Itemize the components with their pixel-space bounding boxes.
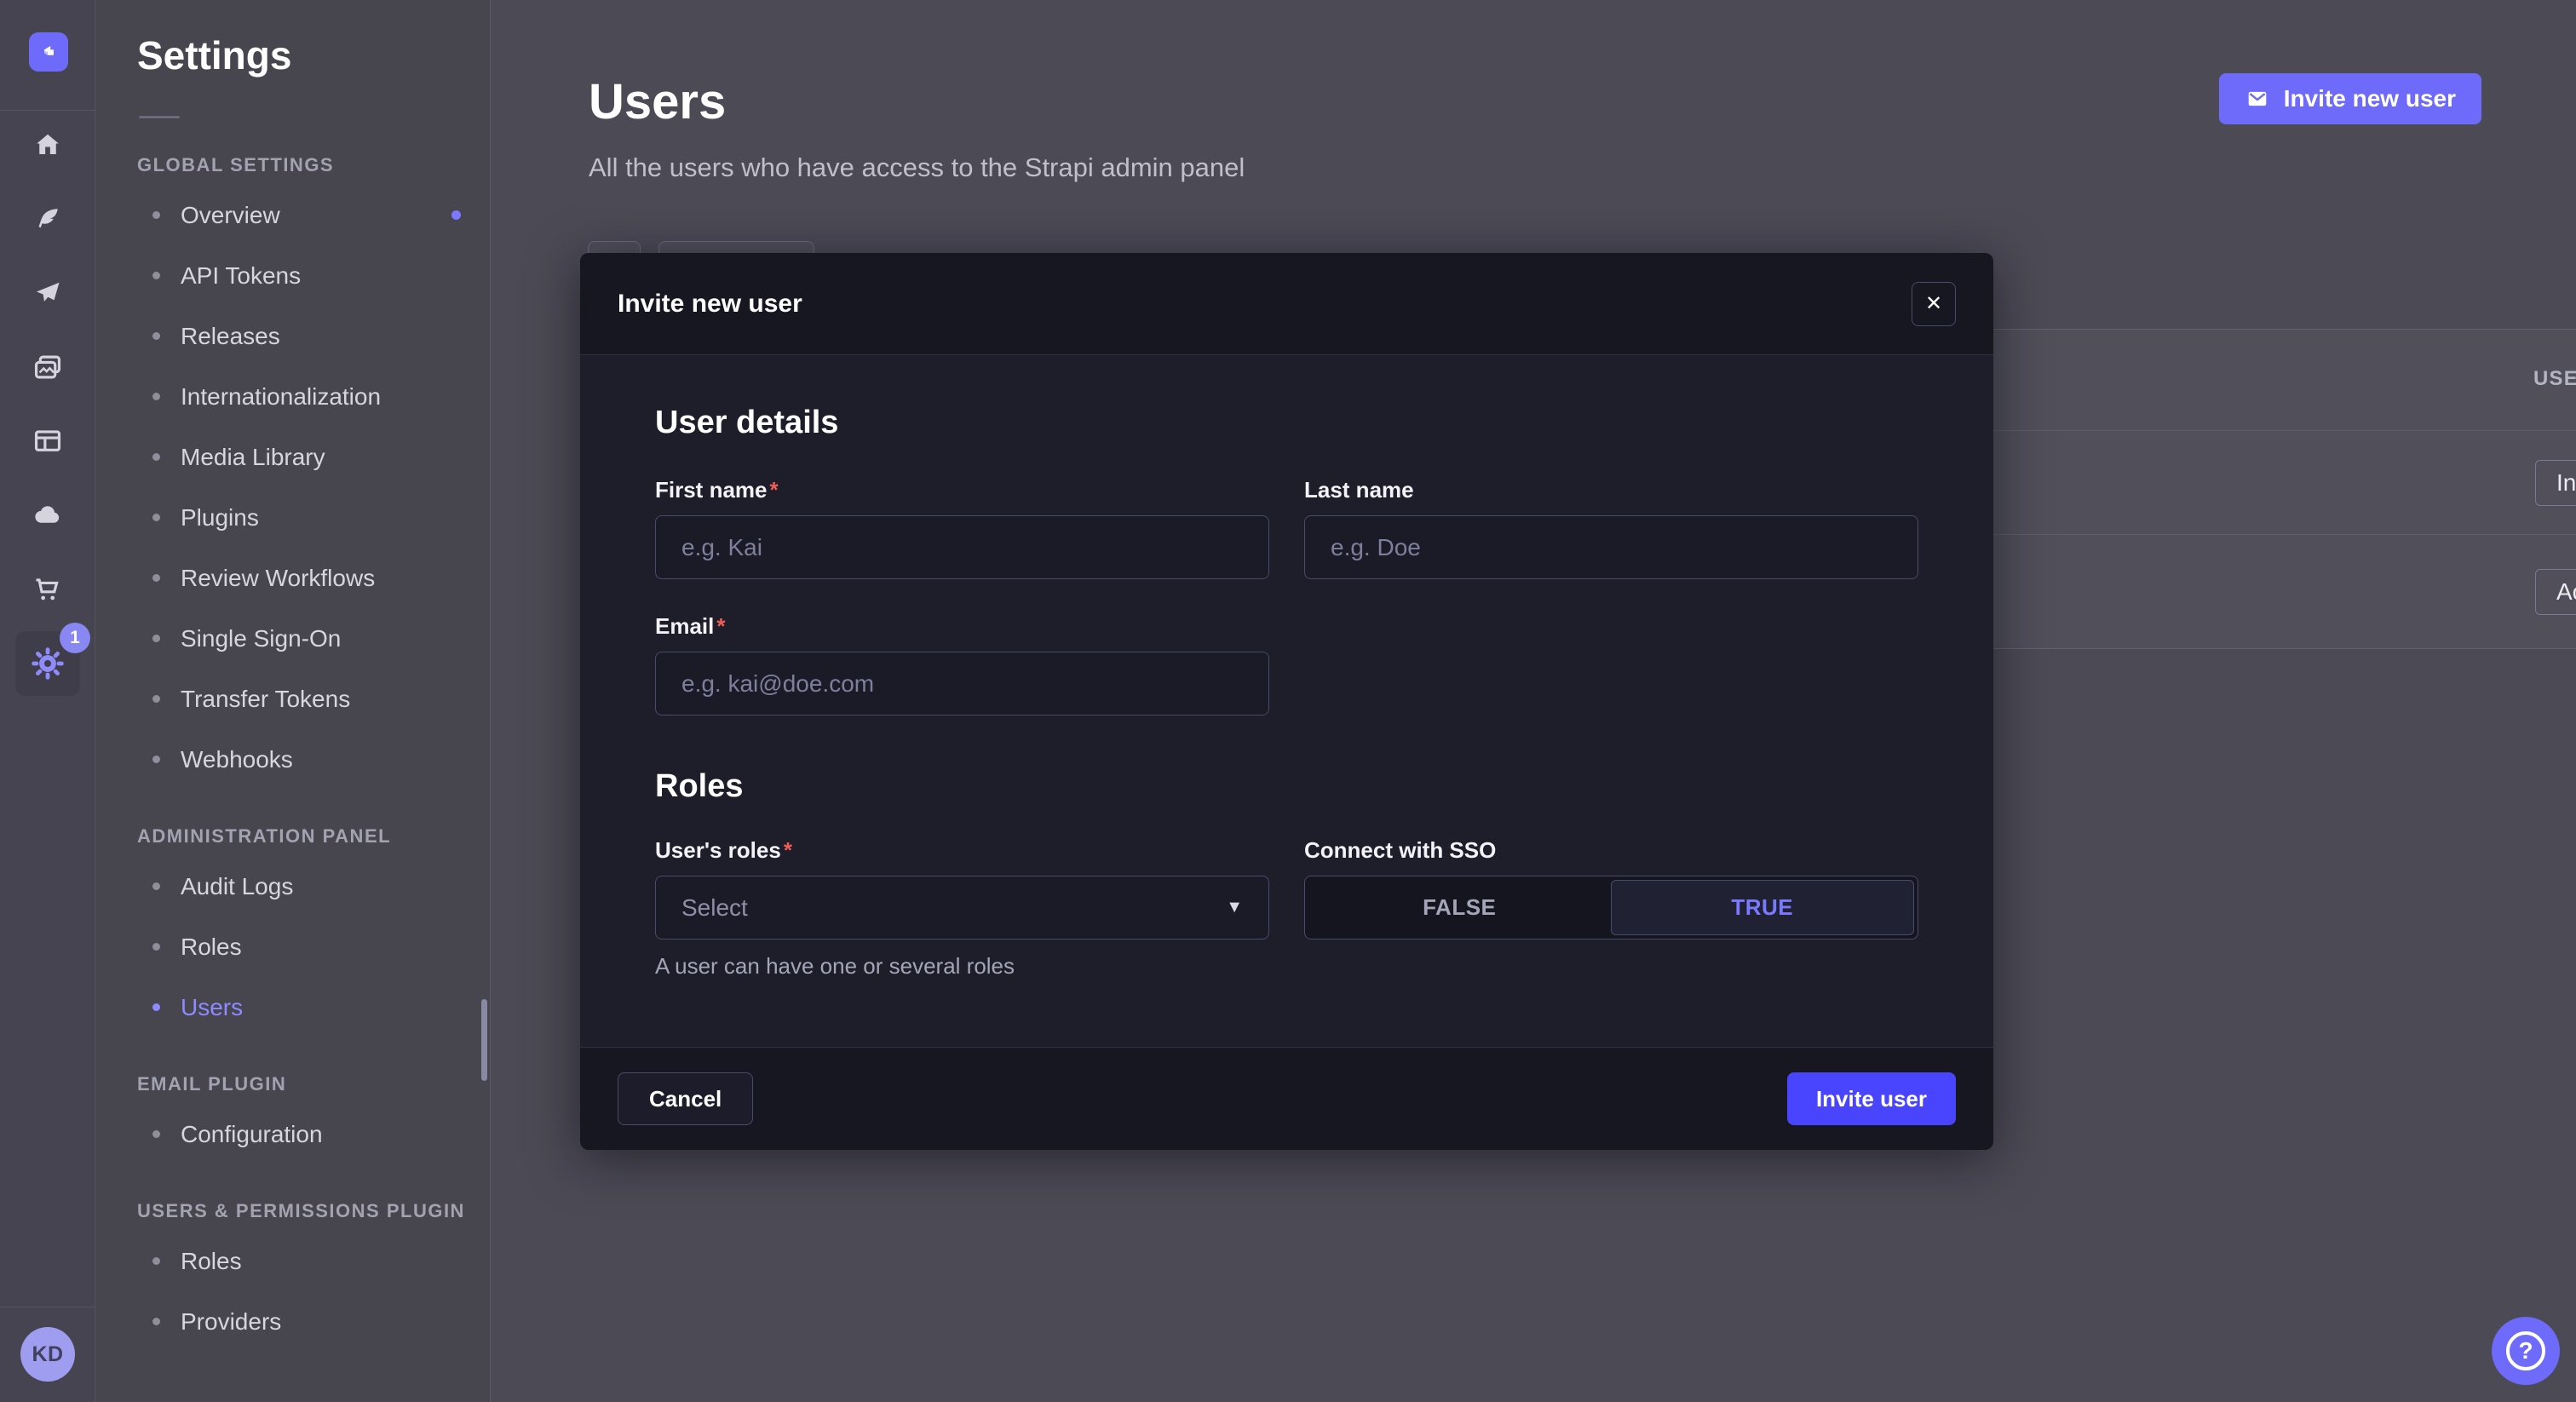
question-mark-icon: ? [2506,1331,2545,1370]
gear-icon [29,645,66,682]
user-roles-field-group: User's roles* Select ▼ A user can have o… [655,837,1269,980]
invite-user-submit-button[interactable]: Invite user [1787,1072,1956,1125]
section-title-user-details: User details [655,405,1918,441]
chevron-down-icon: ▼ [1226,898,1243,917]
first-name-field-group: First name* [655,477,1269,579]
user-roles-select[interactable]: Select ▼ [655,876,1269,939]
bullet-icon [152,453,160,461]
modal-title: Invite new user [618,290,802,319]
bullet-icon [152,756,160,763]
required-asterisk: * [716,613,725,639]
close-icon[interactable]: ✕ [1912,282,1956,326]
sidebar-item-internationalization[interactable]: Internationalization [95,366,490,427]
sso-toggle-false[interactable]: FALSE [1308,880,1611,935]
sidebar-item-plugins[interactable]: Plugins [95,487,490,548]
sidebar-item-review-workflows[interactable]: Review Workflows [95,548,490,608]
strapi-logo[interactable] [29,32,68,72]
bullet-icon [152,332,160,340]
sidebar-item-transfer-tokens[interactable]: Transfer Tokens [95,669,490,729]
bullet-icon [152,1318,160,1325]
pictures-icon[interactable] [31,350,65,384]
envelope-icon [2245,88,2270,110]
first-name-label: First name* [655,477,1269,503]
modal-body: User details First name* Last name [580,355,1993,1047]
modal-footer: Cancel Invite user [580,1047,1993,1150]
bullet-icon [152,574,160,582]
sidebar-item-email-configuration[interactable]: Configuration [95,1104,490,1164]
strapi-logo-icon [37,41,60,63]
status-badge: Inactive [2535,460,2576,506]
first-name-input[interactable] [655,515,1269,579]
sidebar-item-up-roles[interactable]: Roles [95,1231,490,1291]
last-name-input[interactable] [1304,515,1918,579]
last-name-field-group: Last name [1304,477,1918,579]
section-label-users-permissions-plugin: USERS & PERMISSIONS PLUGIN [95,1200,490,1222]
email-input[interactable] [655,652,1269,715]
settings-nav-item[interactable]: 1 [15,631,80,696]
bullet-icon [152,272,160,279]
main-nav-rail: 1 KD [0,0,95,1402]
bullet-icon [152,943,160,951]
subnav-title: Settings [95,32,490,78]
bullet-icon [152,1130,160,1138]
home-icon[interactable] [31,128,65,162]
bullet-icon [152,211,160,219]
sidebar-item-audit-logs[interactable]: Audit Logs [95,856,490,916]
select-value: Select [681,894,748,922]
sidebar-item-single-sign-on[interactable]: Single Sign-On [95,608,490,669]
email-label: Email* [655,613,1269,640]
sidebar-item-up-providers[interactable]: Providers [95,1291,490,1352]
settings-subnav: Settings GLOBAL SETTINGS Overview API To… [95,0,491,1402]
sidebar-item-releases[interactable]: Releases [95,306,490,366]
modal-header: Invite new user ✕ [580,253,1993,355]
cancel-button[interactable]: Cancel [618,1072,753,1125]
subnav-title-rule [139,116,180,118]
email-field-group: Email* [655,613,1269,715]
roles-hint: A user can have one or several roles [655,953,1269,980]
section-label-global-settings: GLOBAL SETTINGS [95,154,490,176]
status-badge: Active [2535,569,2576,615]
invite-new-user-modal: Invite new user ✕ User details First nam… [580,253,1993,1150]
bullet-icon [152,882,160,890]
subnav-scrollbar-thumb[interactable] [481,999,487,1081]
sidebar-item-webhooks[interactable]: Webhooks [95,729,490,790]
bullet-icon [152,1003,160,1011]
page-title: Users [589,73,1245,130]
sidebar-item-media-library[interactable]: Media Library [95,427,490,487]
page-subtitle: All the users who have access to the Str… [589,152,1245,183]
help-button[interactable]: ? [2492,1317,2560,1385]
section-label-email-plugin: EMAIL PLUGIN [95,1073,490,1095]
feather-icon[interactable] [31,202,65,236]
bullet-icon [152,635,160,642]
cart-icon[interactable] [31,572,65,606]
sso-toggle: FALSE TRUE [1304,876,1918,939]
last-name-label: Last name [1304,477,1918,503]
required-asterisk: * [784,837,792,863]
bullet-icon [152,1257,160,1265]
sidebar-item-users[interactable]: Users [95,977,490,1037]
sidebar-item-overview[interactable]: Overview [95,185,490,245]
user-avatar[interactable]: KD [20,1327,75,1382]
cloud-icon[interactable] [31,498,65,532]
paper-plane-icon[interactable] [31,276,65,310]
sso-toggle-true[interactable]: TRUE [1611,880,1915,935]
required-asterisk: * [770,477,779,503]
sso-label: Connect with SSO [1304,837,1918,864]
invite-new-user-button[interactable]: Invite new user [2219,73,2481,124]
section-title-roles: Roles [655,768,1918,805]
sidebar-item-admin-roles[interactable]: Roles [95,916,490,977]
bullet-icon [152,393,160,400]
bullet-icon [152,695,160,703]
strapi-admin-app: 1 KD Settings GLOBAL SETTINGS Overview A… [0,0,2576,1402]
user-roles-label: User's roles* [655,837,1269,864]
overview-notification-dot [451,210,461,220]
rail-divider [0,110,95,111]
sidebar-item-api-tokens[interactable]: API Tokens [95,245,490,306]
sso-field-group: Connect with SSO FALSE TRUE [1304,837,1918,980]
settings-notification-badge: 1 [60,623,90,653]
bullet-icon [152,514,160,521]
column-header-user-status: USER STATUS [2533,367,2576,391]
section-label-administration-panel: ADMINISTRATION PANEL [95,825,490,848]
layout-icon[interactable] [31,424,65,458]
